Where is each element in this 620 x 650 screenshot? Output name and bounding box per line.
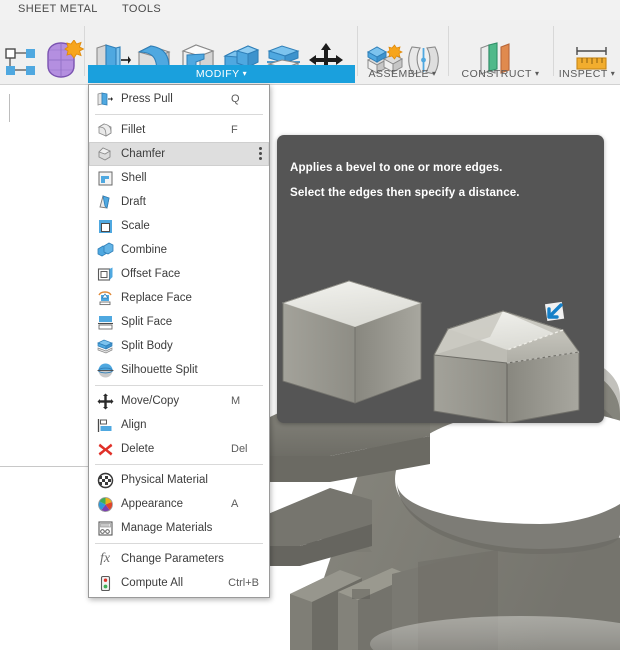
panel-label-construct[interactable]: CONSTRUCT ▾ bbox=[449, 65, 552, 83]
delete-icon bbox=[96, 440, 114, 458]
chamfer-icon bbox=[96, 145, 114, 163]
tooltip-title: Applies a bevel to one or more edges. bbox=[290, 161, 503, 174]
menu-item-align[interactable]: Align bbox=[89, 413, 269, 437]
menu-item-shortcut: F bbox=[231, 124, 238, 136]
browser-scroll-indicator bbox=[9, 94, 10, 122]
menu-item-label: Compute All bbox=[121, 577, 184, 589]
tab-sheet-metal[interactable]: SHEET METAL bbox=[18, 3, 98, 15]
panel-label-modify[interactable]: MODIFY ▾ bbox=[88, 65, 355, 83]
appearance-icon bbox=[96, 495, 114, 513]
menu-item-combine[interactable]: Combine bbox=[89, 238, 269, 262]
press-pull-icon bbox=[96, 90, 114, 108]
fillet-icon bbox=[96, 121, 114, 139]
menu-item-label: Move/Copy bbox=[121, 395, 180, 407]
panel-label-inspect[interactable]: INSPECT ▾ bbox=[554, 65, 620, 83]
menu-item-offset-face[interactable]: Offset Face bbox=[89, 262, 269, 286]
menu-item-manage-materials[interactable]: Manage Materials bbox=[89, 516, 269, 540]
menu-item-label: Shell bbox=[121, 172, 147, 184]
fusion-app-window: SHEET METAL TOOLS MODIFY ▾ ASSEMBLE ▾ CO… bbox=[0, 0, 620, 650]
shell-icon bbox=[96, 169, 114, 187]
ribbon-toolbar: MODIFY ▾ ASSEMBLE ▾ CONSTRUCT ▾ INSPECT ▾ bbox=[0, 20, 620, 85]
chamfer-tooltip: Applies a bevel to one or more edges. Se… bbox=[277, 135, 604, 423]
menu-item-compute-all[interactable]: Compute All Ctrl+B bbox=[89, 571, 269, 595]
menu-item-physical-material[interactable]: Physical Material bbox=[89, 468, 269, 492]
compute-all-icon bbox=[96, 574, 114, 592]
chevron-down-icon: ▾ bbox=[610, 69, 616, 78]
chevron-down-icon: ▾ bbox=[242, 69, 248, 78]
menu-item-change-parameters[interactable]: fx Change Parameters bbox=[89, 547, 269, 571]
menu-item-shortcut: M bbox=[231, 395, 241, 407]
menu-divider bbox=[95, 464, 263, 465]
menu-item-label: Physical Material bbox=[121, 474, 208, 486]
menu-item-shortcut: A bbox=[231, 498, 239, 510]
menu-item-split-body[interactable]: Split Body bbox=[89, 334, 269, 358]
menu-item-silhouette-split[interactable]: Silhouette Split bbox=[89, 358, 269, 382]
menu-item-label: Appearance bbox=[121, 498, 184, 510]
menu-divider bbox=[95, 543, 263, 544]
menu-item-label: Silhouette Split bbox=[121, 364, 198, 376]
menu-item-label: Scale bbox=[121, 220, 150, 232]
menu-item-shortcut: Ctrl+B bbox=[228, 577, 259, 589]
ribbon-tab-strip: SHEET METAL TOOLS bbox=[0, 0, 620, 20]
menu-item-scale[interactable]: Scale bbox=[89, 214, 269, 238]
menu-item-label: Replace Face bbox=[121, 292, 192, 304]
menu-item-shell[interactable]: Shell bbox=[89, 166, 269, 190]
tab-tools[interactable]: TOOLS bbox=[122, 3, 161, 15]
menu-item-label: Split Face bbox=[121, 316, 173, 328]
menu-item-label: Align bbox=[121, 419, 147, 431]
physical-material-icon bbox=[96, 471, 114, 489]
combine-icon bbox=[96, 241, 114, 259]
offset-face-icon bbox=[96, 265, 114, 283]
menu-divider bbox=[95, 385, 263, 386]
menu-item-label: Chamfer bbox=[121, 148, 166, 160]
align-icon bbox=[96, 416, 114, 434]
split-body-icon bbox=[96, 337, 114, 355]
sketch-dimension-icon[interactable] bbox=[2, 44, 42, 80]
menu-item-label: Split Body bbox=[121, 340, 173, 352]
scale-icon bbox=[96, 217, 114, 235]
manage-materials-icon bbox=[96, 519, 114, 537]
menu-item-fillet[interactable]: Fillet F bbox=[89, 118, 269, 142]
menu-item-label: Manage Materials bbox=[121, 522, 213, 534]
ribbon-separator bbox=[84, 26, 85, 76]
menu-divider bbox=[95, 114, 263, 115]
menu-item-draft[interactable]: Draft bbox=[89, 190, 269, 214]
menu-item-chamfer[interactable]: Chamfer bbox=[89, 142, 269, 166]
menu-item-delete[interactable]: Delete Del bbox=[89, 437, 269, 461]
tooltip-illustration bbox=[281, 280, 580, 423]
move-copy-icon bbox=[96, 392, 114, 410]
menu-item-move-copy[interactable]: Move/Copy M bbox=[89, 389, 269, 413]
tooltip-detail: Select the edges then specify a distance… bbox=[290, 186, 520, 199]
create-form-icon[interactable] bbox=[40, 40, 84, 80]
silhouette-split-icon bbox=[96, 361, 114, 379]
cursor-select-pointer bbox=[544, 301, 565, 322]
menu-item-shortcut: Del bbox=[231, 443, 248, 455]
chevron-down-icon: ▾ bbox=[534, 69, 540, 78]
browser-panel[interactable] bbox=[0, 84, 89, 467]
replace-face-icon bbox=[96, 289, 114, 307]
menu-item-appearance[interactable]: Appearance A bbox=[89, 492, 269, 516]
draft-icon bbox=[96, 193, 114, 211]
menu-item-split-face[interactable]: Split Face bbox=[89, 310, 269, 334]
menu-item-label: Offset Face bbox=[121, 268, 181, 280]
menu-item-shortcut: Q bbox=[231, 93, 240, 105]
menu-item-replace-face[interactable]: Replace Face bbox=[89, 286, 269, 310]
panel-label-assemble[interactable]: ASSEMBLE ▾ bbox=[358, 65, 447, 83]
menu-item-label: Draft bbox=[121, 196, 146, 208]
menu-item-label: Combine bbox=[121, 244, 168, 256]
menu-item-label: Change Parameters bbox=[121, 553, 224, 565]
menu-item-overflow-icon[interactable] bbox=[259, 147, 262, 161]
menu-item-label: Delete bbox=[121, 443, 155, 455]
menu-item-label: Press Pull bbox=[121, 93, 173, 105]
split-face-icon bbox=[96, 313, 114, 331]
menu-item-label: Fillet bbox=[121, 124, 146, 136]
menu-item-press-pull[interactable]: Press Pull Q bbox=[89, 87, 269, 111]
change-parameters-icon: fx bbox=[99, 551, 111, 566]
chevron-down-icon: ▾ bbox=[432, 69, 437, 78]
modify-dropdown-menu[interactable]: Press Pull Q Fillet F Chamfer Shell Draft Scale… bbox=[88, 84, 270, 598]
